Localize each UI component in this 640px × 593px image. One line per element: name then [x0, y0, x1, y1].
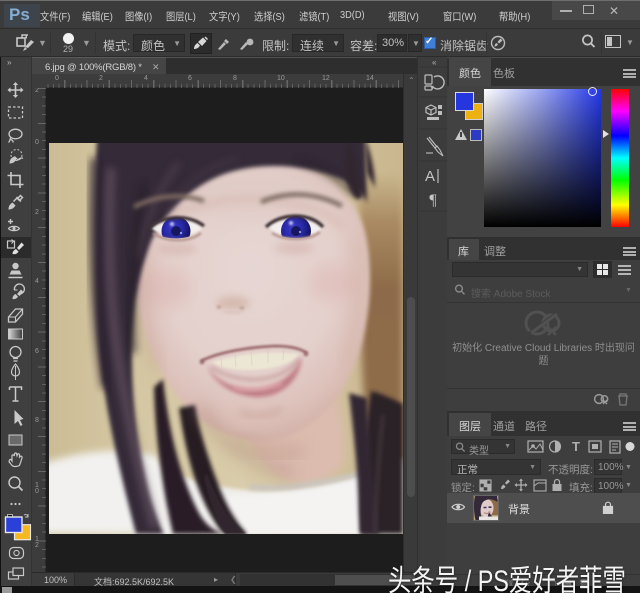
- svg-text:¶: ¶: [429, 192, 437, 209]
- svg-text:T: T: [572, 439, 580, 454]
- svg-text:A: A: [425, 168, 435, 185]
